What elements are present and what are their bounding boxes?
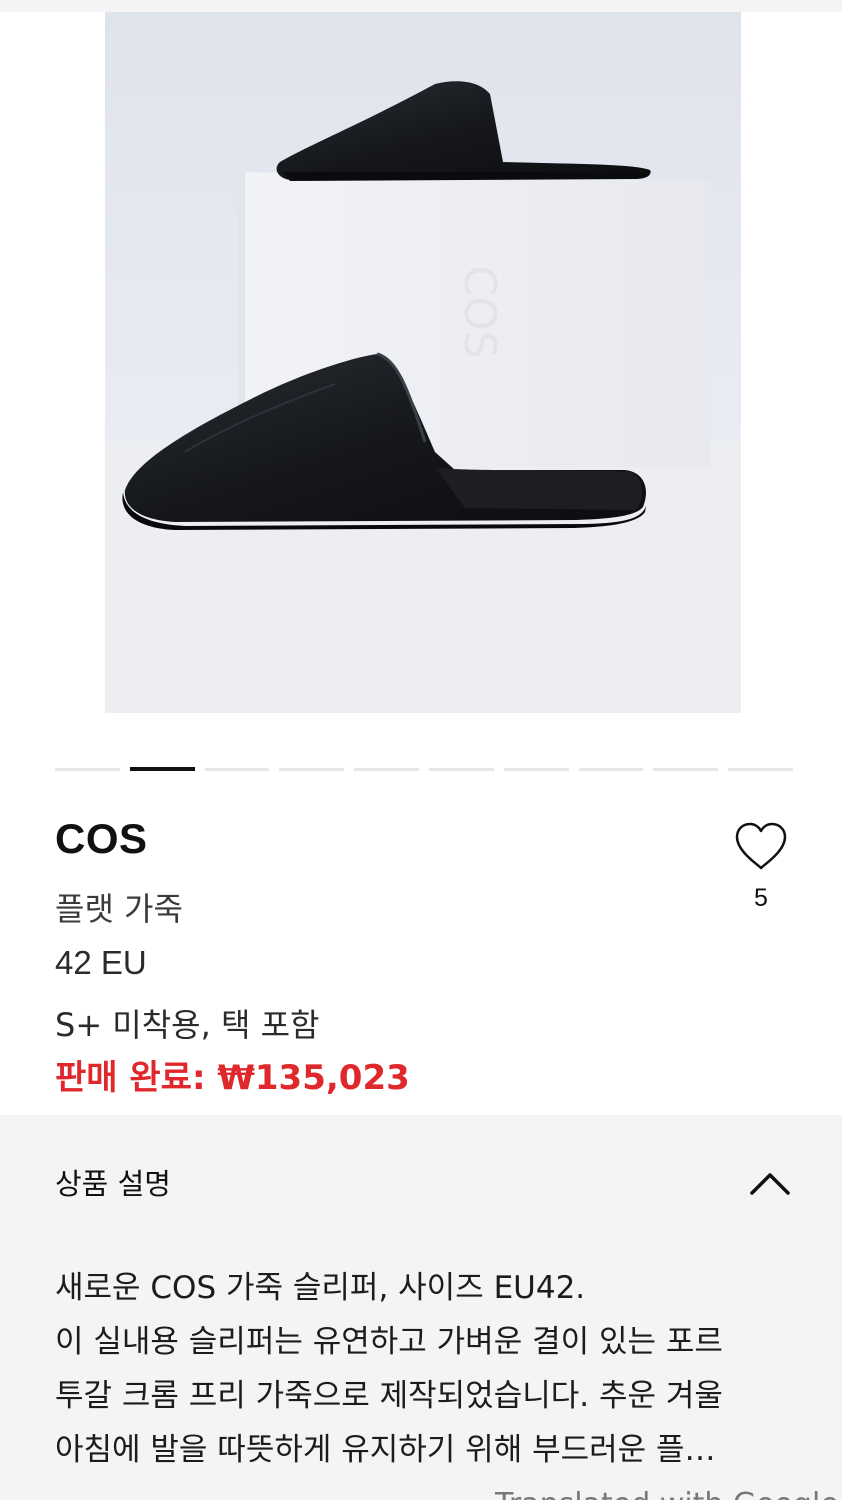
carousel-dot[interactable]: [503, 768, 569, 771]
description-line: 이 실내용 슬리퍼는 유연하고 가벼운 결이 있는 포르: [55, 1324, 723, 1360]
like-button[interactable]: 5: [728, 820, 794, 930]
like-count: 5: [754, 884, 768, 912]
product-condition: S+ 미착용, 택 포함: [55, 1006, 320, 1044]
description-line: 투갈 크롬 프리 가죽으로 제작되었습니다. 추운 겨울: [55, 1378, 723, 1414]
description-line: 아침에 발을 따뜻하게 유지하기 위해 부드러운 플…: [55, 1432, 716, 1468]
product-size: 42 EU: [55, 944, 147, 981]
description-header[interactable]: 상품 설명: [55, 1161, 171, 1203]
chevron-up-icon[interactable]: [748, 1169, 792, 1197]
product-image[interactable]: COS: [105, 12, 741, 713]
carousel-dot[interactable]: [428, 768, 494, 771]
image-carousel-indicator[interactable]: [55, 767, 793, 772]
carousel-dot[interactable]: [728, 768, 793, 771]
brand-name[interactable]: COS: [55, 815, 148, 863]
carousel-dot[interactable]: [204, 768, 270, 771]
carousel-dot[interactable]: [279, 768, 345, 771]
carousel-dot[interactable]: [653, 768, 719, 771]
carousel-dot[interactable]: [129, 767, 195, 771]
carousel-dot[interactable]: [578, 768, 644, 771]
description-panel: 상품 설명 새로운 COS 가죽 슬리퍼, 사이즈 EU42. 이 실내용 슬리…: [0, 1115, 842, 1500]
svg-text:COS: COS: [454, 265, 505, 358]
product-category: 플랫 가죽: [55, 890, 183, 928]
sold-price: 판매 완료: ₩135,023: [55, 1058, 410, 1098]
top-bar-strip: [0, 0, 842, 12]
heart-outline-icon[interactable]: [733, 820, 789, 872]
carousel-dot[interactable]: [354, 768, 419, 771]
description-text[interactable]: 새로운 COS 가죽 슬리퍼, 사이즈 EU42. 이 실내용 슬리퍼는 유연하…: [55, 1261, 795, 1477]
description-line: 새로운 COS 가죽 슬리퍼, 사이즈 EU42.: [55, 1270, 586, 1306]
carousel-dot[interactable]: [55, 768, 120, 771]
translation-note: Translated with Google: [495, 1487, 839, 1500]
